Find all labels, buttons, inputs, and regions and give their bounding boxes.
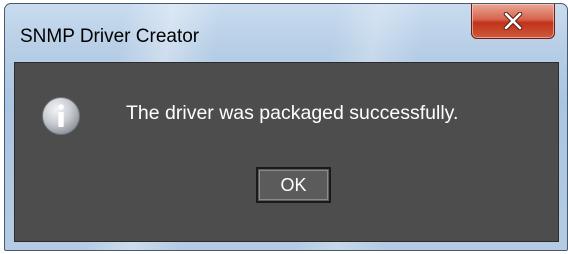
dialog-body: The driver was packaged successfully. OK (14, 62, 559, 242)
close-button[interactable] (471, 4, 555, 39)
dialog-window: SNMP Driver Creator The driver was packa… (4, 3, 568, 251)
ok-button[interactable]: OK (256, 167, 331, 203)
info-icon (42, 97, 80, 135)
message-text: The driver was packaged successfully. (126, 102, 459, 124)
dialog-title: SNMP Driver Creator (20, 26, 200, 47)
title-bar[interactable]: SNMP Driver Creator (5, 4, 567, 60)
close-icon (503, 12, 523, 30)
